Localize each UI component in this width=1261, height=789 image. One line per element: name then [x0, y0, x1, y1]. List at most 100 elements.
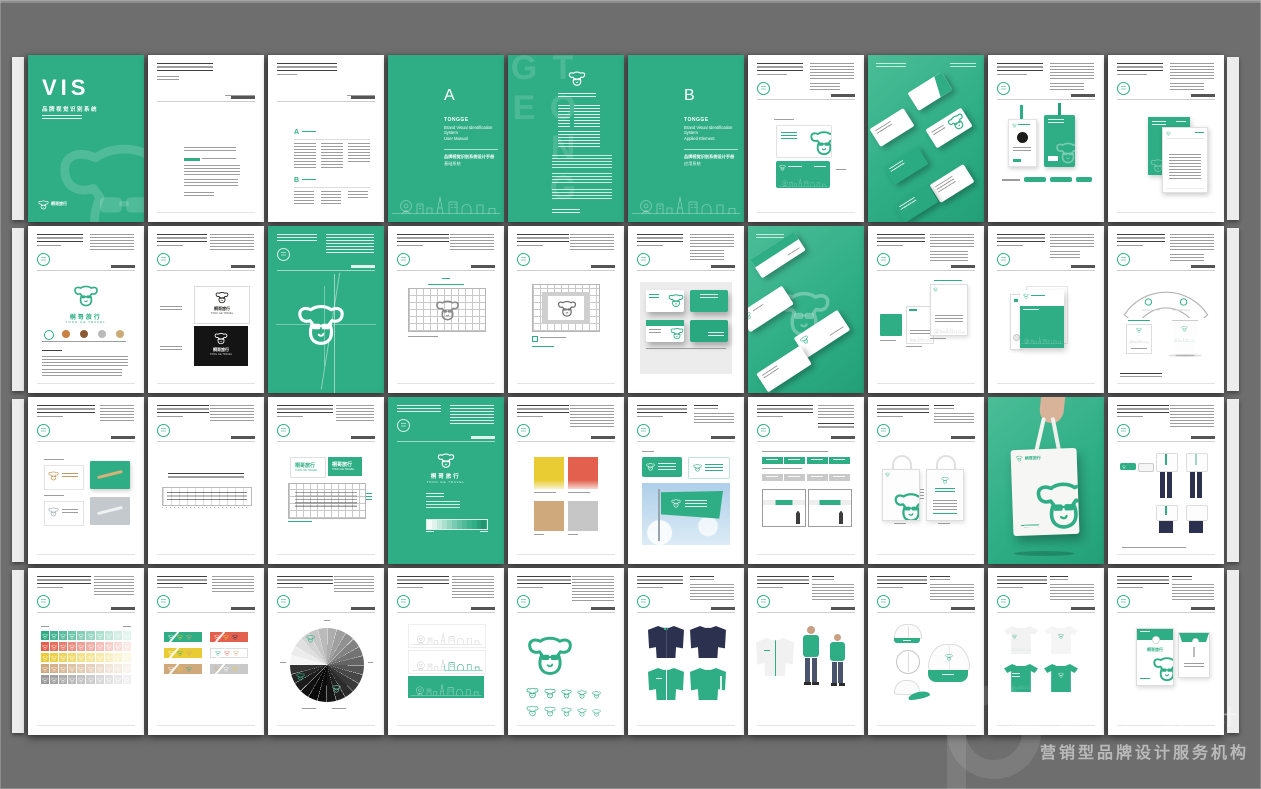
- page-header: [868, 568, 984, 735]
- city-skyline-icon: [932, 326, 966, 334]
- bull-logo-icon: [544, 687, 556, 699]
- page-work-badge: [988, 55, 1104, 222]
- uniform-figure: [1156, 453, 1176, 499]
- page-font-brandname: 桐哥旅行 TONG GE TRAVEL 桐哥旅行 TONG GE TRAVEL: [268, 397, 384, 564]
- pattern-band-mixed: [408, 650, 486, 674]
- bull-logo-icon: [544, 705, 556, 717]
- bull-logo-icon: [592, 708, 601, 717]
- mock-envelope: [756, 346, 812, 393]
- bull-logo-icon: [945, 109, 970, 134]
- stack-page-edge: [1227, 228, 1239, 391]
- page-header: [628, 568, 744, 735]
- page-jacket-photos: [748, 568, 864, 735]
- page-logo-grid: [388, 226, 504, 393]
- silver-script-chip: [90, 497, 130, 525]
- stack-page-edge: [12, 570, 24, 733]
- presentation-board: VIS 品牌视觉识别系统 桐哥旅行 A B: [0, 0, 1261, 789]
- gold-script-chip: [90, 461, 130, 489]
- bull-logo-icon: [568, 69, 586, 87]
- green-swatch-card: [880, 314, 902, 336]
- stack-page-edge: [1227, 399, 1239, 562]
- name-chip-light: 桐哥旅行 TONG GE TRAVEL: [290, 457, 326, 478]
- logo-negative-box: 桐哥旅行 TONG GE TRAVEL: [194, 326, 248, 366]
- layout-panel: [640, 282, 732, 374]
- bull-logo-icon: [809, 127, 832, 157]
- forbidden-chip: [164, 648, 202, 658]
- bull-logo-icon: [1055, 139, 1075, 165]
- mock-card: [907, 72, 952, 111]
- divider-letter: B: [684, 87, 695, 105]
- uniform-figure: [1186, 505, 1206, 541]
- page-logo-bw: 桐哥旅行 TONG GE TRAVEL 桐哥旅行 TONG GE TRAVEL: [148, 226, 264, 393]
- page-envelope-mockup: [748, 226, 864, 393]
- green-flag: [661, 491, 723, 521]
- bull-logo-icon: [306, 634, 315, 643]
- gold-logo-chip: [44, 465, 84, 490]
- tint-row-tan: [41, 664, 131, 673]
- bull-logo-icon: [748, 310, 753, 321]
- card-back: [776, 161, 830, 188]
- bull-logo-icon: [799, 334, 811, 346]
- swatch-tan: [534, 501, 564, 531]
- doc-envelope-back: [1178, 632, 1210, 678]
- bull-logo-icon: [296, 672, 305, 681]
- toc-section-b: B: [294, 177, 299, 184]
- cap-top-drawing: [896, 650, 920, 674]
- bull-logo-icon: [215, 290, 229, 304]
- page-card-layouts: [628, 226, 744, 393]
- bull-logo-icon: [561, 706, 572, 717]
- font-grid-box: [162, 487, 252, 506]
- construction-grid: [288, 483, 366, 519]
- page-min-size: [508, 568, 624, 735]
- page-aux-colors: [508, 397, 624, 564]
- row-3: 桐哥旅行 TONG GE TRAVEL 桐哥旅行 TONG GE TRAVEL …: [28, 397, 1223, 564]
- page-intro-letter: [148, 55, 264, 222]
- bull-logo-icon: [214, 331, 228, 345]
- forbidden-chip: [210, 632, 248, 642]
- toc-section-a: A: [294, 129, 299, 136]
- card-front-layout2: [646, 320, 684, 342]
- bull-logo-icon: [557, 298, 577, 318]
- bull-watermark-icon: [54, 125, 144, 222]
- page-header: [988, 568, 1104, 735]
- bull-logo-icon: [1166, 131, 1171, 136]
- cup-template-fan: [1118, 278, 1214, 318]
- swatch-yellow: [534, 457, 564, 489]
- forbidden-chip: [210, 648, 248, 658]
- page-contents: A B: [268, 55, 384, 222]
- tote-bag-front: [882, 469, 920, 521]
- mock-card: [883, 146, 928, 185]
- bull-graphic-icon: [1033, 473, 1079, 533]
- city-skyline-icon: [1172, 335, 1198, 344]
- bull-logo-icon: [526, 704, 539, 717]
- city-skyline-icon: [631, 191, 741, 217]
- bull-logo-icon: [1058, 633, 1064, 639]
- row-1: VIS 品牌视觉识别系统 桐哥旅行 A B: [28, 55, 1223, 222]
- bull-logo-icon: [526, 686, 539, 699]
- bull-logo-icon: [577, 707, 587, 717]
- page-totebag-photo: 桐哥旅行: [988, 397, 1104, 564]
- bull-logo-icon: [561, 688, 572, 699]
- city-skyline-icon: [410, 681, 482, 697]
- construction-grid: [408, 288, 486, 332]
- letterhead-white: [1162, 127, 1208, 193]
- folder-cover: [1020, 290, 1064, 348]
- cover-title: VIS: [42, 75, 89, 101]
- bull-logo-icon: [933, 287, 938, 292]
- city-skyline-icon: [778, 177, 828, 187]
- forbidden-chip: [210, 664, 248, 674]
- page-paper-cup: [1108, 226, 1224, 393]
- cover-subtitle: 品牌视觉识别系统: [42, 105, 98, 113]
- bull-logo-icon: [941, 476, 949, 484]
- stack-page-edge: [12, 57, 24, 220]
- page-paper-spec: [868, 226, 984, 393]
- grayscale-wheel: [290, 628, 364, 702]
- tote-bag-back: [926, 469, 964, 521]
- bull-logo-icon: [296, 298, 346, 348]
- tint-row-red: [41, 642, 131, 651]
- bull-logo-icon: [1016, 455, 1023, 462]
- bull-graphic-icon: [1152, 653, 1174, 683]
- city-skyline-icon: [908, 336, 932, 342]
- divider-letter: A: [444, 87, 455, 105]
- city-skyline-icon: [1010, 645, 1032, 652]
